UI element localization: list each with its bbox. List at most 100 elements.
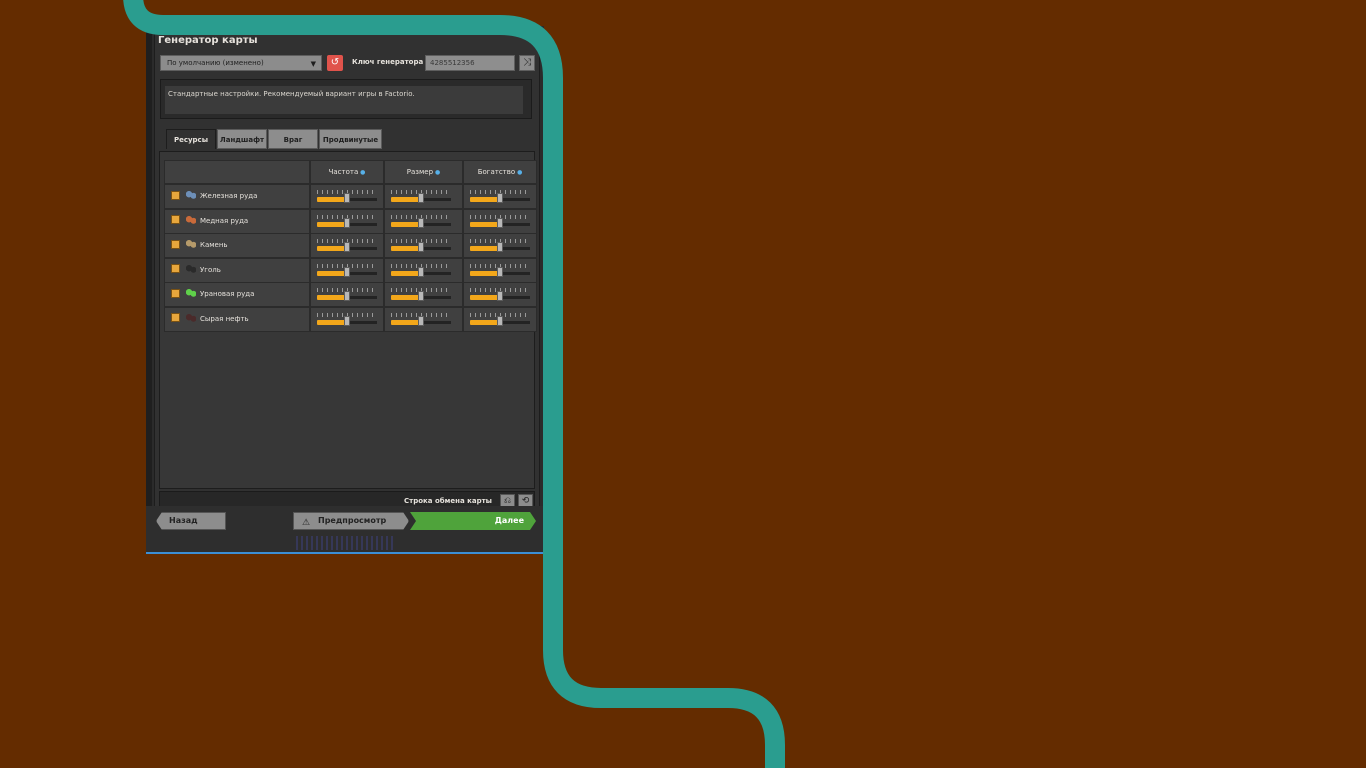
- uranium-ore-icon: [186, 289, 196, 297]
- chevron-down-icon: ▼: [310, 60, 316, 68]
- resource-enable-checkbox[interactable]: [171, 190, 180, 200]
- slider-fill: [391, 246, 419, 251]
- slider-fill: [317, 197, 345, 202]
- header-frequency: Частота ●: [310, 160, 384, 184]
- frequency-cell: [310, 257, 384, 283]
- slider-fill: [317, 319, 345, 325]
- navigation-bar: Назад ⚠ Предпросмотр Далее: [146, 506, 544, 554]
- richness-slider[interactable]: [470, 190, 530, 204]
- size-cell: [384, 257, 463, 283]
- tab-terrain[interactable]: Ландшафт: [217, 129, 267, 149]
- info-icon[interactable]: ●: [358, 169, 365, 176]
- resource-enable-checkbox[interactable]: [171, 264, 180, 273]
- slider-thumb[interactable]: [497, 291, 503, 301]
- back-button[interactable]: Назад: [156, 512, 226, 530]
- reset-preset-button[interactable]: ↺: [327, 55, 343, 71]
- richness-slider[interactable]: [470, 312, 530, 327]
- next-button[interactable]: Далее: [410, 512, 536, 530]
- frequency-slider[interactable]: [317, 288, 377, 302]
- slider-thumb[interactable]: [497, 193, 503, 203]
- slider-thumb[interactable]: [497, 266, 503, 277]
- resource-name-label: Сырая нефть: [200, 314, 249, 323]
- slider-fill: [470, 246, 498, 251]
- frequency-cell: [310, 184, 384, 209]
- preview-button[interactable]: ⚠ Предпросмотр: [293, 512, 409, 530]
- slider-fill: [470, 295, 498, 300]
- slider-fill: [317, 270, 345, 276]
- preset-dropdown[interactable]: По умолчанию (изменено) ▼: [160, 55, 322, 71]
- resource-name-label: Урановая руда: [200, 290, 255, 298]
- import-icon: ⟲: [521, 496, 530, 506]
- slider-fill: [317, 295, 345, 300]
- tab-advanced[interactable]: Продвинутые: [319, 129, 382, 149]
- slider-thumb[interactable]: [418, 193, 424, 203]
- slider-thumb[interactable]: [418, 217, 424, 228]
- frequency-cell: [310, 233, 384, 258]
- resource-enable-checkbox[interactable]: [171, 288, 180, 298]
- richness-cell: [463, 233, 537, 258]
- preset-description: Стандартные настройки. Рекомендуемый вар…: [165, 86, 523, 114]
- map-generator-window: Генератор карты По умолчанию (изменено) …: [146, 26, 544, 554]
- resource-row-name: Сырая нефть: [164, 306, 310, 332]
- resource-enable-checkbox[interactable]: [171, 239, 180, 249]
- richness-slider[interactable]: [470, 263, 530, 278]
- slider-thumb[interactable]: [344, 242, 350, 252]
- crude-oil-icon: [186, 313, 196, 322]
- preset-description-box: Стандартные настройки. Рекомендуемый вар…: [160, 79, 532, 119]
- size-slider[interactable]: [391, 263, 451, 278]
- slider-thumb[interactable]: [418, 315, 424, 326]
- frequency-cell: [310, 208, 384, 234]
- resource-name-label: Железная руда: [200, 192, 258, 200]
- richness-cell: [463, 282, 537, 307]
- frequency-slider[interactable]: [317, 190, 377, 204]
- slider-thumb[interactable]: [497, 217, 503, 228]
- slider-thumb[interactable]: [344, 193, 350, 203]
- info-icon[interactable]: ●: [433, 169, 440, 176]
- warning-icon: ⚠: [302, 518, 311, 528]
- frequency-slider[interactable]: [317, 263, 377, 278]
- slider-thumb[interactable]: [418, 242, 424, 252]
- size-slider[interactable]: [391, 239, 451, 253]
- reset-icon: ↺: [330, 57, 340, 68]
- slider-thumb[interactable]: [344, 291, 350, 301]
- size-slider[interactable]: [391, 288, 451, 302]
- map-exchange-label: Строка обмена карты: [404, 497, 492, 505]
- slider-fill: [470, 221, 498, 227]
- size-slider[interactable]: [391, 312, 451, 327]
- size-slider[interactable]: [391, 190, 451, 204]
- frequency-slider[interactable]: [317, 239, 377, 253]
- slider-fill: [317, 246, 345, 251]
- tab-resources[interactable]: Ресурсы: [166, 129, 216, 149]
- resource-row-name: Уголь: [164, 257, 310, 283]
- slider-fill: [391, 319, 419, 325]
- resource-row-name: Урановая руда: [164, 282, 310, 307]
- frequency-slider[interactable]: [317, 214, 377, 229]
- frequency-slider[interactable]: [317, 312, 377, 327]
- slider-thumb[interactable]: [418, 266, 424, 277]
- slider-fill: [317, 221, 345, 227]
- richness-slider[interactable]: [470, 239, 530, 253]
- header-size-label: Размер: [406, 168, 434, 176]
- seed-label: Ключ генератора: [352, 58, 424, 66]
- richness-slider[interactable]: [470, 214, 530, 229]
- resource-enable-checkbox[interactable]: [171, 215, 180, 224]
- slider-thumb[interactable]: [497, 315, 503, 326]
- slider-fill: [470, 319, 498, 325]
- preset-value: По умолчанию (изменено): [167, 59, 264, 67]
- slider-fill: [391, 295, 419, 300]
- header-frequency-label: Частота: [328, 168, 359, 176]
- randomize-seed-button[interactable]: ⤨: [519, 55, 535, 71]
- richness-slider[interactable]: [470, 288, 530, 302]
- slider-thumb[interactable]: [344, 315, 350, 326]
- seed-input[interactable]: 4285512356: [425, 55, 515, 71]
- info-icon[interactable]: ●: [515, 169, 522, 176]
- resource-enable-checkbox[interactable]: [171, 313, 180, 322]
- size-slider[interactable]: [391, 214, 451, 229]
- tab-enemy[interactable]: Враг: [268, 129, 318, 149]
- slider-thumb[interactable]: [418, 291, 424, 301]
- slider-thumb[interactable]: [344, 217, 350, 228]
- frequency-cell: [310, 282, 384, 307]
- slider-thumb[interactable]: [497, 242, 503, 252]
- size-cell: [384, 233, 463, 258]
- slider-thumb[interactable]: [344, 266, 350, 277]
